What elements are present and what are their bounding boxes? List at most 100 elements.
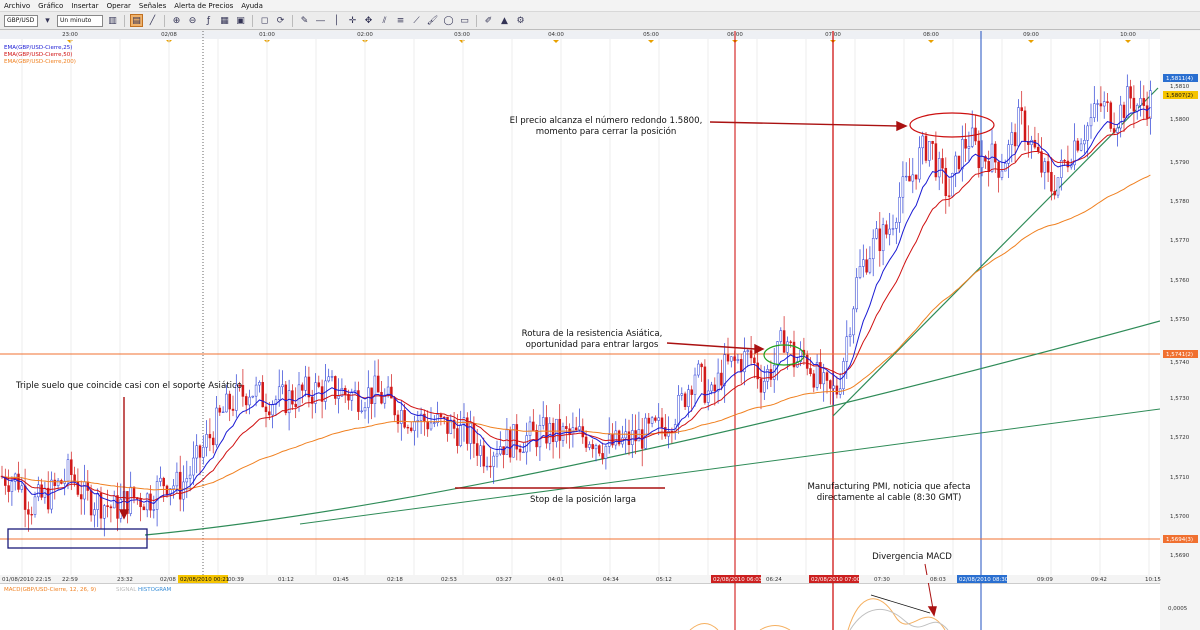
candle-body bbox=[479, 445, 482, 456]
candle-body bbox=[822, 372, 825, 385]
candle-body bbox=[541, 417, 545, 426]
symbol-select[interactable]: GBP/USD bbox=[4, 14, 38, 27]
refresh-icon[interactable]: ⟳ bbox=[274, 14, 287, 27]
candle-body bbox=[188, 474, 192, 479]
alert-icon[interactable]: ▲ bbox=[498, 14, 511, 27]
candle-body bbox=[1046, 161, 1050, 173]
candle-body bbox=[1109, 102, 1113, 129]
candle-body bbox=[492, 455, 495, 467]
time-label: 22:59 bbox=[62, 577, 78, 583]
settings-icon[interactable]: ⚙ bbox=[514, 14, 527, 27]
bar-chart-icon[interactable]: ▥ bbox=[106, 14, 119, 27]
candle-body bbox=[281, 384, 284, 388]
candle-body bbox=[987, 161, 990, 172]
candle-body bbox=[941, 158, 944, 169]
candle-body bbox=[195, 445, 198, 459]
brush-icon[interactable]: 🖌 bbox=[426, 14, 439, 27]
candle-body bbox=[268, 411, 271, 416]
candle-body bbox=[413, 421, 416, 431]
ellipse-icon[interactable]: ◯ bbox=[442, 14, 455, 27]
candle-body bbox=[152, 509, 156, 511]
candle-body bbox=[175, 471, 179, 487]
candle-body bbox=[23, 485, 27, 510]
candle-body bbox=[376, 375, 380, 393]
candle-body bbox=[779, 330, 783, 342]
rectangle-icon[interactable]: ▭ bbox=[458, 14, 471, 27]
candle-body bbox=[1013, 132, 1017, 147]
candle-body bbox=[720, 372, 723, 386]
candle-body bbox=[914, 174, 918, 180]
top-time-label: 23:00 bbox=[62, 32, 78, 38]
candles-icon[interactable]: ▤ bbox=[130, 14, 143, 27]
channel-icon[interactable]: ⫽ bbox=[378, 14, 391, 27]
chart-type-icon[interactable]: ▾ bbox=[41, 14, 54, 27]
zoom-in-icon[interactable]: ⊕ bbox=[170, 14, 183, 27]
price-chart[interactable]: 23:00 02/08 01:00 02:00 03:00 04:00 05:0… bbox=[0, 31, 1200, 630]
fibonacci-icon[interactable]: ≡ bbox=[394, 14, 407, 27]
candle-body bbox=[624, 431, 627, 439]
macd-panel bbox=[0, 583, 1160, 630]
indicators-icon[interactable]: ƒ bbox=[202, 14, 215, 27]
chat-icon[interactable]: ◻ bbox=[258, 14, 271, 27]
candle-body bbox=[954, 155, 957, 174]
arrow-cross-icon[interactable]: ✥ bbox=[362, 14, 375, 27]
crosshair-icon[interactable]: ✛ bbox=[346, 14, 359, 27]
candle-body bbox=[961, 139, 964, 170]
candle-body bbox=[30, 514, 33, 516]
trendline-icon[interactable]: ⟋ bbox=[410, 14, 423, 27]
candle-body bbox=[601, 453, 604, 459]
candle-body bbox=[261, 382, 264, 408]
candle-body bbox=[518, 448, 522, 453]
candle-body bbox=[208, 434, 212, 439]
candle-body bbox=[812, 373, 816, 388]
menu-operar[interactable]: Operar bbox=[103, 2, 135, 10]
price-label: 1,5740 bbox=[1170, 360, 1190, 366]
pencil-icon[interactable]: ✎ bbox=[298, 14, 311, 27]
candle-body bbox=[251, 395, 255, 398]
menu-insertar[interactable]: Insertar bbox=[67, 2, 102, 10]
candle-body bbox=[980, 156, 984, 169]
candle-body bbox=[868, 258, 872, 273]
annotation-stop: Stop de la posición larga bbox=[530, 494, 636, 505]
candle-body bbox=[165, 485, 169, 495]
candle-body bbox=[594, 445, 598, 450]
candle-body bbox=[178, 471, 182, 500]
time-label: 07:30 bbox=[874, 577, 890, 583]
candle-body bbox=[244, 396, 248, 406]
candle-body bbox=[598, 445, 601, 454]
candle-body bbox=[657, 417, 660, 421]
candle-body bbox=[83, 481, 86, 500]
menu-ayuda[interactable]: Ayuda bbox=[237, 2, 267, 10]
candle-body bbox=[528, 421, 532, 436]
candle-body bbox=[502, 446, 505, 455]
candle-body bbox=[112, 495, 116, 509]
candle-body bbox=[1086, 125, 1089, 141]
horizontal-line-icon[interactable]: ― bbox=[314, 14, 327, 27]
line-chart-icon[interactable]: ╱ bbox=[146, 14, 159, 27]
time-label: 10:15 bbox=[1145, 577, 1161, 583]
template-icon[interactable]: ▣ bbox=[234, 14, 247, 27]
menu-alerta-precios[interactable]: Alerta de Precios bbox=[170, 2, 237, 10]
objects-icon[interactable]: ▦ bbox=[218, 14, 231, 27]
candle-body bbox=[555, 418, 558, 442]
top-time-label: 03:00 bbox=[454, 32, 470, 38]
timeframe-select[interactable]: Un minuto bbox=[57, 14, 103, 27]
candle-body bbox=[215, 407, 218, 446]
zoom-out-icon[interactable]: ⊖ bbox=[186, 14, 199, 27]
candle-body bbox=[508, 429, 512, 458]
candle-body bbox=[901, 176, 905, 198]
candle-body bbox=[40, 484, 43, 498]
vertical-line-icon[interactable]: │ bbox=[330, 14, 343, 27]
delete-drawing-icon[interactable]: ✐ bbox=[482, 14, 495, 27]
resistance-tag-label: 1,5741(2) bbox=[1166, 352, 1193, 358]
top-time-label: 02/08 bbox=[161, 32, 177, 38]
candle-body bbox=[947, 195, 951, 197]
candle-body bbox=[825, 372, 829, 381]
candle-body bbox=[423, 413, 426, 422]
plot-area bbox=[0, 31, 1160, 575]
candle-body bbox=[66, 459, 70, 482]
menu-senales[interactable]: Señales bbox=[135, 2, 170, 10]
candle-body bbox=[888, 228, 891, 235]
menu-grafico[interactable]: Gráfico bbox=[34, 2, 67, 10]
menu-archivo[interactable]: Archivo bbox=[0, 2, 34, 10]
